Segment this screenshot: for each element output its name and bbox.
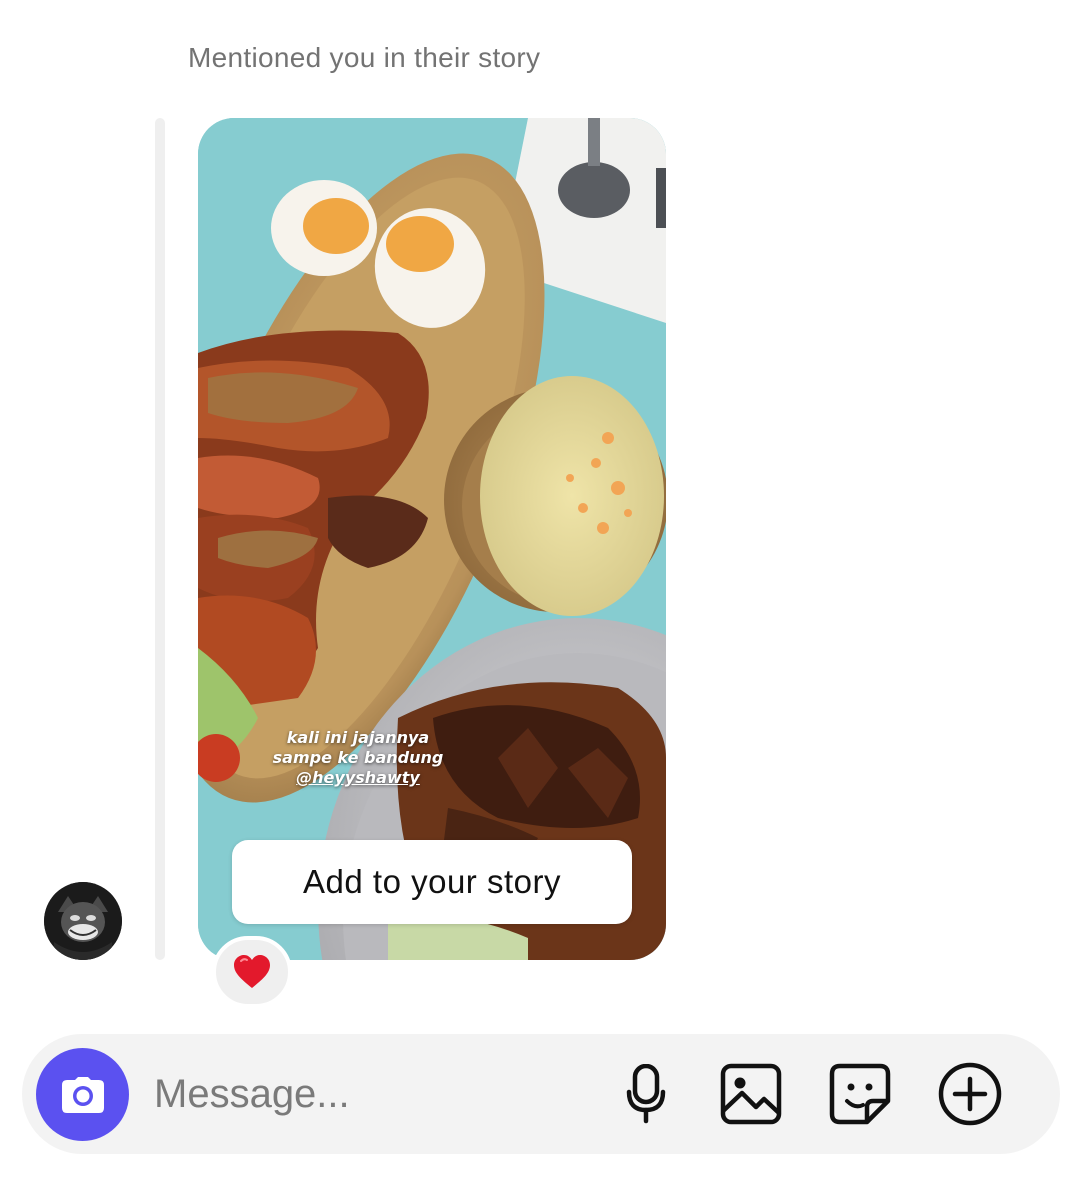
add-to-story-button[interactable]: Add to your story	[232, 840, 632, 924]
camera-icon	[61, 1076, 104, 1113]
reply-indicator-bar	[155, 118, 165, 960]
avatar[interactable]	[44, 882, 122, 960]
story-food-photo	[198, 118, 666, 960]
message-composer	[22, 1034, 1060, 1154]
microphone-icon	[626, 1064, 666, 1124]
heart-icon	[234, 955, 270, 988]
story-mention-tag[interactable]: @heyyshawty	[258, 768, 458, 788]
story-caption-line: kali ini jajannya	[286, 728, 430, 747]
sticker-button[interactable]	[828, 1062, 892, 1126]
sticker-icon	[829, 1063, 891, 1125]
story-caption-line: sampe ke bandung	[272, 748, 444, 767]
add-circle-icon	[938, 1062, 1002, 1126]
gallery-button[interactable]	[719, 1062, 783, 1126]
story-mention-header: Mentioned you in their story	[188, 42, 541, 73]
story-preview-card[interactable]: kali ini jajannya sampe ke bandung @heyy…	[198, 118, 666, 960]
voice-message-button[interactable]	[614, 1062, 678, 1126]
heart-reaction[interactable]	[212, 936, 292, 1008]
story-caption: kali ini jajannya sampe ke bandung @heyy…	[258, 728, 458, 788]
avatar-image	[44, 882, 122, 960]
gallery-icon	[720, 1063, 782, 1125]
dm-thread: Mentioned you in their story kali ini ja…	[0, 0, 1082, 1200]
camera-button[interactable]	[36, 1048, 129, 1141]
message-input[interactable]	[154, 1064, 574, 1124]
more-options-button[interactable]	[938, 1062, 1002, 1126]
